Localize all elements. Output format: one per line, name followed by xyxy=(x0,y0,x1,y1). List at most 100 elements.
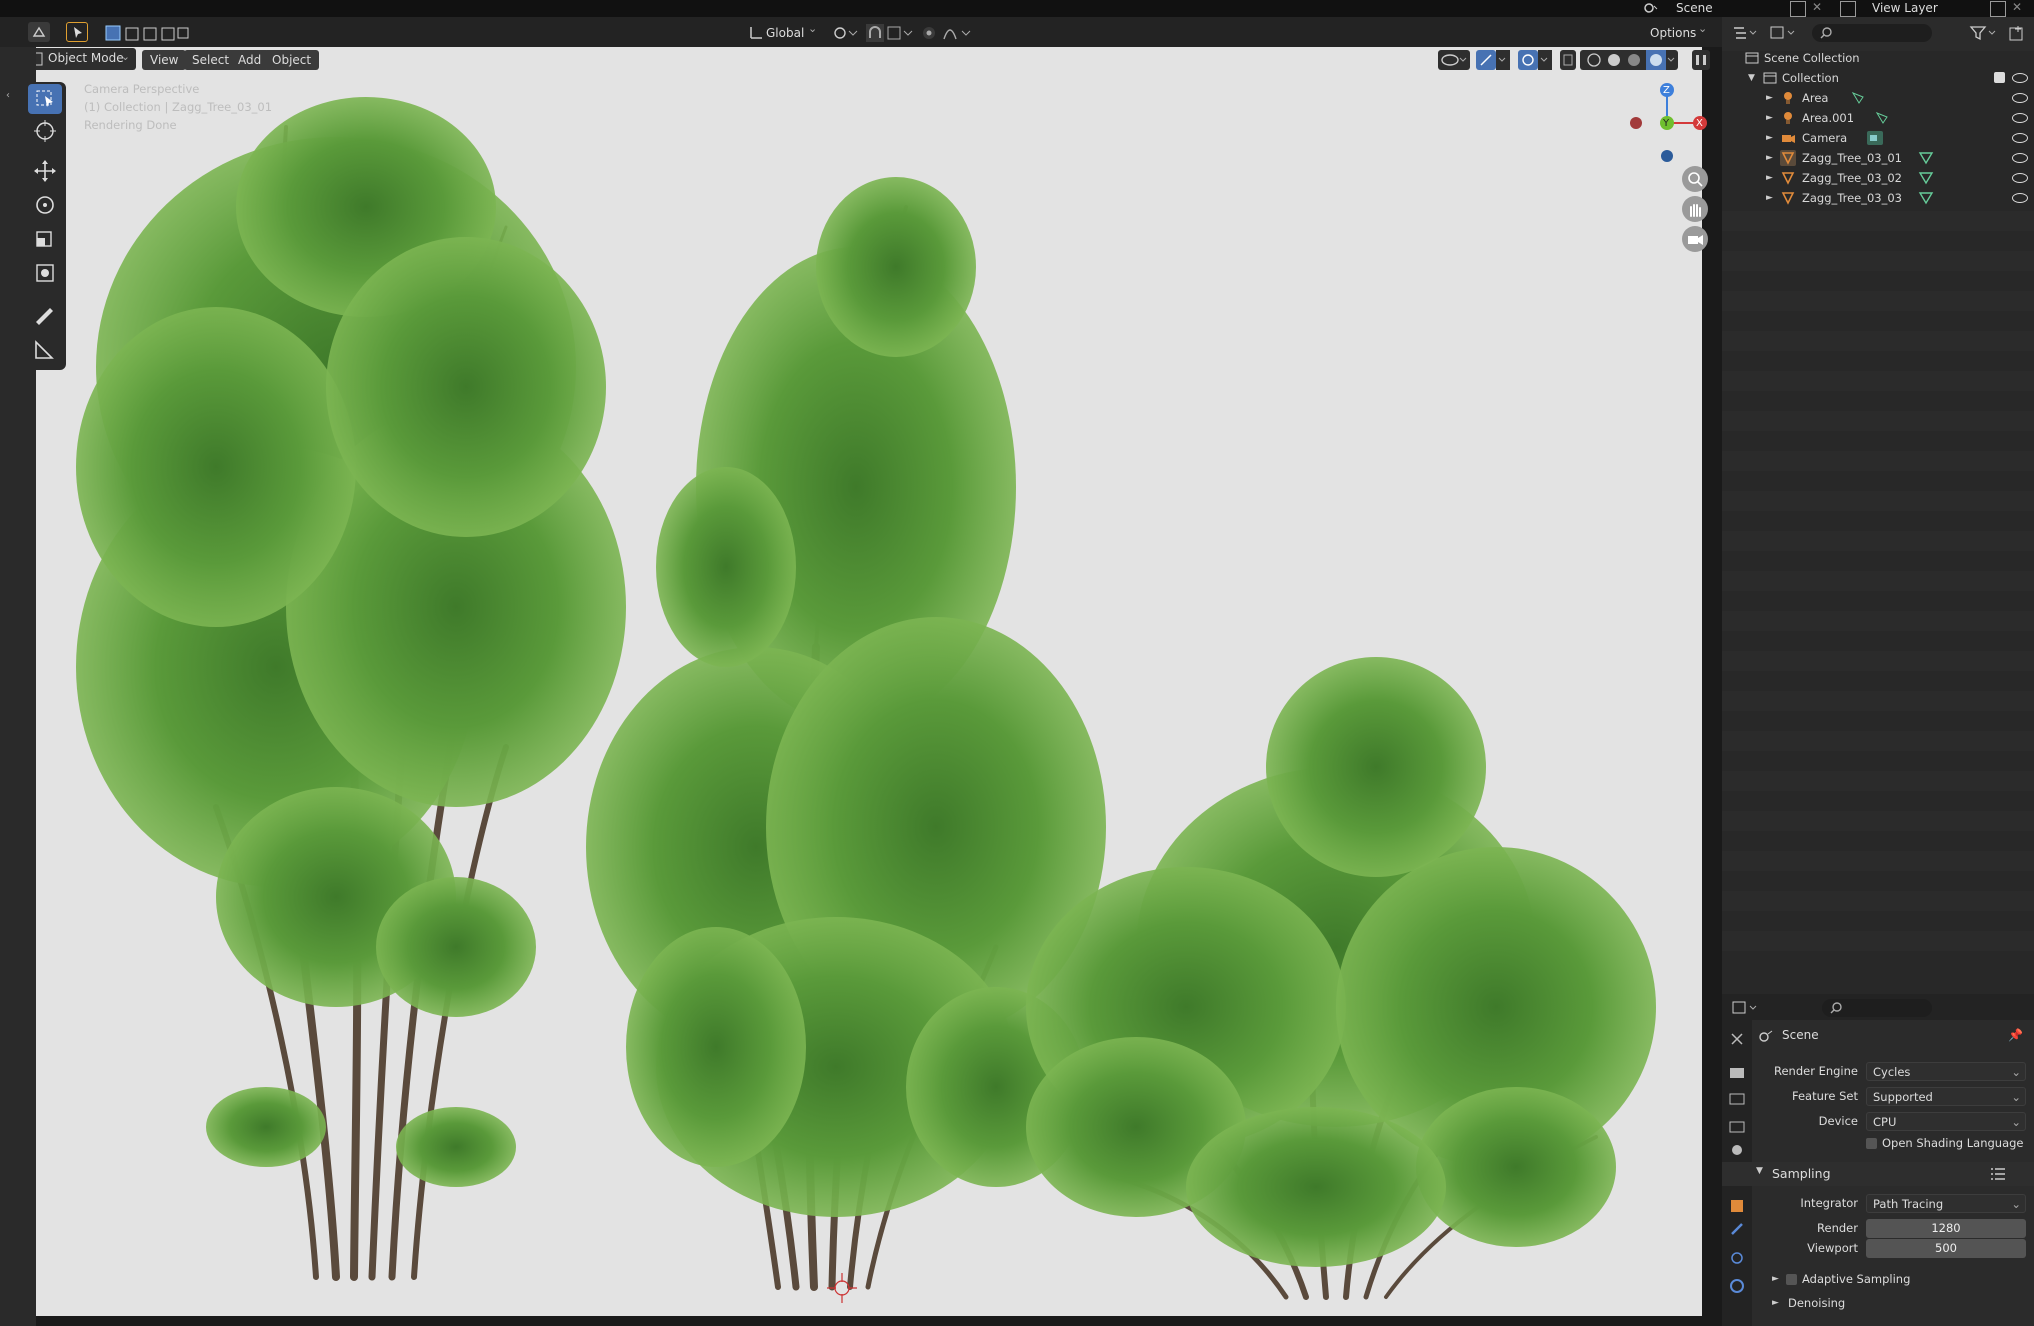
osl-checkbox[interactable] xyxy=(1866,1138,1877,1149)
select-box-tool-icon[interactable] xyxy=(28,84,62,114)
object-mode-label: Object Mode xyxy=(48,51,124,65)
select-mode-icons[interactable] xyxy=(104,24,190,42)
outliner-stripe xyxy=(1722,811,2034,831)
visibility-eye-icon[interactable] xyxy=(2012,153,2028,163)
render-engine-dropdown[interactable]: Cycles ⌄ xyxy=(1866,1062,2026,1081)
render-samples-label: Render xyxy=(1817,1221,1858,1235)
integrator-dropdown[interactable]: Path Tracing ⌄ xyxy=(1866,1194,2026,1213)
chevron-left-icon[interactable]: ‹ xyxy=(6,90,10,101)
integrator-value: Path Tracing xyxy=(1873,1197,1944,1211)
select-tool-icon[interactable] xyxy=(66,22,88,42)
new-view-layer-icon[interactable] xyxy=(1990,1,2006,17)
render-samples-field[interactable]: 1280 xyxy=(1866,1219,2026,1238)
visibility-eye-icon[interactable] xyxy=(2012,113,2028,123)
move-tool-icon[interactable] xyxy=(28,156,62,186)
camera-view-icon[interactable] xyxy=(1682,226,1708,252)
close-view-layer-icon[interactable]: ✕ xyxy=(2012,0,2022,14)
outliner-row-scene-collection[interactable]: Scene Collection xyxy=(1722,48,2034,68)
chevron-down-icon: ⌄ xyxy=(2011,1197,2021,1211)
light-icon xyxy=(1784,92,1792,104)
outliner-stripe xyxy=(1722,411,2034,431)
include-checkbox[interactable] xyxy=(1994,72,2005,83)
expand-down-icon[interactable]: ▼ xyxy=(1748,68,1755,88)
gizmo-y-label: Y xyxy=(1663,118,1670,129)
new-collection-icon[interactable] xyxy=(2008,24,2026,42)
outliner-stripe xyxy=(1722,531,2034,551)
annotate-tool-icon[interactable] xyxy=(28,300,62,330)
viewport-samples-field[interactable]: 500 xyxy=(1866,1239,2026,1258)
expand-right-icon[interactable]: ► xyxy=(1766,168,1773,188)
outliner-editor-type-icon[interactable] xyxy=(1730,23,1762,43)
render-canvas[interactable] xyxy=(36,47,1702,1316)
outliner-row-collection[interactable]: ▼ Collection xyxy=(1722,68,2034,88)
zoom-icon[interactable] xyxy=(1682,166,1708,192)
visibility-eye-icon[interactable] xyxy=(2012,193,2028,203)
visibility-eye-icon[interactable] xyxy=(2012,73,2028,83)
mesh-data-icon xyxy=(1918,172,1934,185)
cursor-tool-icon[interactable] xyxy=(28,116,62,146)
collection-icon xyxy=(1745,52,1759,64)
view-menu[interactable]: View xyxy=(142,50,187,70)
outliner-row-zagg-tree-02[interactable]: ► Zagg_Tree_03_02 xyxy=(1722,168,2034,188)
new-scene-icon[interactable] xyxy=(1790,1,1806,17)
outliner-row-area-001[interactable]: ► Area.001 xyxy=(1722,108,2034,128)
visibility-eye-icon[interactable] xyxy=(2012,133,2028,143)
editor-type-icon[interactable] xyxy=(28,22,50,42)
denoising-label: Denoising xyxy=(1788,1296,1846,1310)
properties-editor-type-icon[interactable] xyxy=(1730,998,1762,1018)
expand-right-icon[interactable]: ► xyxy=(1766,188,1773,208)
outliner-search-input[interactable] xyxy=(1812,24,1932,42)
outliner-stripe xyxy=(1722,851,2034,871)
expand-down-icon[interactable]: ▼ xyxy=(1756,1166,1763,1176)
pin-icon[interactable]: 📌 xyxy=(2008,1028,2023,1042)
collection-icon xyxy=(1763,72,1777,84)
rotate-tool-icon[interactable] xyxy=(28,190,62,220)
pan-hand-icon[interactable] xyxy=(1682,196,1708,222)
measure-tool-icon[interactable] xyxy=(28,334,62,364)
transform-tool-icon[interactable] xyxy=(28,258,62,288)
feature-set-dropdown[interactable]: Supported ⌄ xyxy=(1866,1087,2026,1106)
object-mode-dropdown[interactable]: Object Mode ⌄ xyxy=(24,48,136,70)
orientation-icon[interactable] xyxy=(748,22,764,42)
outliner-row-area[interactable]: ► Area xyxy=(1722,88,2034,108)
outliner-row-camera[interactable]: ► Camera xyxy=(1722,128,2034,148)
options-dropdown[interactable]: Options xyxy=(1650,22,1696,44)
expand-right-icon[interactable]: ► xyxy=(1766,148,1773,168)
collection-label: Collection xyxy=(1782,71,1839,85)
object-menu[interactable]: Object xyxy=(264,50,320,70)
expand-right-icon[interactable]: ► xyxy=(1772,1274,1779,1284)
viewport-shading-controls[interactable] xyxy=(1438,50,1710,70)
sampling-panel-header[interactable] xyxy=(1722,1162,2034,1186)
presets-list-icon[interactable] xyxy=(1990,1167,2006,1181)
device-dropdown[interactable]: CPU ⌄ xyxy=(1866,1112,2026,1131)
adaptive-sampling-checkbox[interactable] xyxy=(1786,1274,1797,1285)
sampling-title: Sampling xyxy=(1772,1166,1831,1181)
close-scene-icon[interactable]: ✕ xyxy=(1812,0,1822,14)
outliner-row-zagg-tree-01[interactable]: ► Zagg_Tree_03_01 xyxy=(1722,148,2034,168)
scale-tool-icon[interactable] xyxy=(28,224,62,254)
expand-right-icon[interactable]: ► xyxy=(1766,88,1773,108)
display-mode-icon[interactable] xyxy=(1768,23,1800,43)
outliner-stripe xyxy=(1722,251,2034,271)
view-layer-name[interactable]: View Layer xyxy=(1872,1,1938,15)
pivot-point-icon[interactable] xyxy=(832,24,862,42)
scene-icon[interactable] xyxy=(1642,0,1660,16)
transform-orientation-dropdown[interactable]: Global xyxy=(766,22,804,44)
device-value: CPU xyxy=(1873,1115,1897,1129)
outliner-row-zagg-tree-03[interactable]: ► Zagg_Tree_03_03 xyxy=(1722,188,2034,208)
filter-icon[interactable] xyxy=(1968,23,1998,43)
proportional-edit-icon[interactable] xyxy=(922,24,972,42)
expand-right-icon[interactable]: ► xyxy=(1766,108,1773,128)
scene-collection-label: Scene Collection xyxy=(1764,51,1860,65)
mesh-data-icon xyxy=(1918,152,1934,165)
scene-name[interactable]: Scene xyxy=(1676,1,1713,15)
snap-icon[interactable] xyxy=(866,24,914,42)
expand-right-icon[interactable]: ► xyxy=(1772,1298,1779,1308)
visibility-eye-icon[interactable] xyxy=(2012,173,2028,183)
light-data-icon xyxy=(1875,111,1888,124)
properties-search-input[interactable] xyxy=(1822,999,1932,1017)
top-bar xyxy=(0,0,2034,17)
view-layer-icon[interactable] xyxy=(1840,1,1856,17)
expand-right-icon[interactable]: ► xyxy=(1766,128,1773,148)
visibility-eye-icon[interactable] xyxy=(2012,93,2028,103)
